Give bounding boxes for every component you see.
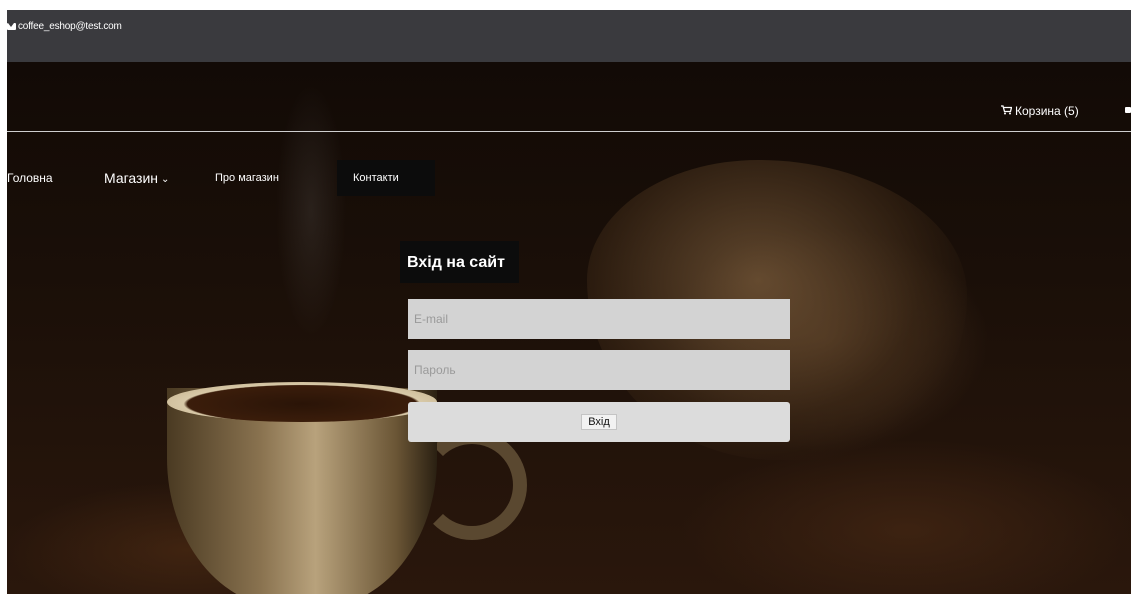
contact-email[interactable]: coffee_eshop@test.com [18,21,122,32]
page: coffee_eshop@test.com Корзина (5) Головн… [7,10,1131,594]
nav-item-home[interactable]: Головна [7,160,53,196]
login-title: Вхід на сайт [400,241,519,283]
main-nav: Головна Магазин ⌄ Про магазин Контакти [7,160,527,200]
password-input[interactable] [408,350,790,390]
envelope-icon [7,23,16,30]
chevron-down-icon: ⌄ [161,174,170,185]
header-divider [7,131,1131,132]
nav-item-shop[interactable]: Магазин ⌄ [104,160,169,196]
login-button[interactable]: Вхід [408,402,790,442]
header: Корзина (5) [7,62,1131,132]
email-input[interactable] [408,299,790,339]
nav-item-about[interactable]: Про магазин [215,160,279,196]
cart-icon [1000,104,1012,118]
login-button-label: Вхід [581,414,617,430]
top-bar: coffee_eshop@test.com [7,10,1131,62]
cart-link[interactable]: Корзина (5) [1000,104,1079,118]
login-form: Вхід на сайт Вхід [400,241,800,442]
nav-item-contacts[interactable]: Контакти [337,160,435,196]
coffee-cup-rim-image [167,382,437,422]
nav-item-shop-label: Магазин [104,170,159,186]
lock-icon[interactable] [1125,107,1131,113]
cart-label: Корзина (5) [1015,104,1079,118]
